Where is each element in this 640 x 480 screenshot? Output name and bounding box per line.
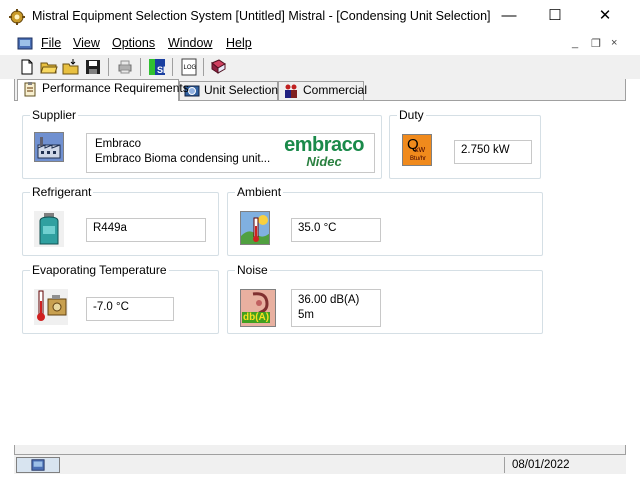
status-date: 08/01/2022 — [512, 459, 570, 471]
toolbar-separator — [140, 58, 141, 76]
noise-group: Noise db(A) 36.00 dB(A) 5m — [227, 263, 543, 334]
tab-label: Commercial — [303, 83, 368, 97]
tab-strip: Performance Requirements Unit Selection … — [14, 79, 626, 101]
maximize-button[interactable]: ☐ — [532, 0, 578, 31]
noise-label: Noise — [235, 263, 270, 277]
book-icon[interactable] — [209, 58, 227, 76]
close-button[interactable]: ✕ — [582, 0, 628, 31]
menu-bar: File View Options Window Help _ ❐ × — [0, 33, 640, 53]
embraco-logo-text: embraco — [284, 134, 364, 156]
refrigerant-group: Refrigerant R449a — [22, 185, 219, 256]
duty-q-icon[interactable]: Q kW Btu/hr — [402, 134, 432, 166]
nidec-logo-text: Nidec — [306, 154, 342, 169]
window-title: Mistral Equipment Selection System [Unti… — [32, 9, 491, 23]
tab-commercial[interactable]: Commercial — [278, 81, 368, 100]
evaporating-temperature-field[interactable]: -7.0 °C — [86, 297, 174, 321]
noise-ear-icon[interactable]: db(A) — [240, 289, 276, 327]
menu-window[interactable]: Window — [168, 36, 212, 50]
new-document-icon[interactable] — [18, 58, 36, 76]
ambient-field[interactable]: 35.0 °C — [291, 218, 381, 242]
ambient-thermometer-icon[interactable] — [240, 211, 270, 245]
evaporator-thermometer-icon[interactable] — [34, 289, 68, 325]
toolbar-separator — [203, 58, 204, 76]
tab-label: Unit Selection — [204, 83, 279, 97]
gas-cylinder-icon[interactable] — [34, 211, 64, 247]
tab-performance-requirements[interactable]: Performance Requirements — [17, 79, 189, 101]
embraco-nidec-logo: embraco Nidec — [284, 135, 364, 169]
open-file-icon[interactable] — [62, 58, 80, 76]
mdi-restore-button[interactable]: ❐ — [591, 37, 601, 50]
open-folder-icon[interactable] — [40, 58, 58, 76]
print-icon[interactable] — [116, 58, 134, 76]
status-divider — [504, 457, 505, 473]
document-system-menu-icon[interactable] — [17, 35, 33, 51]
performance-requirements-page: Supplier Embraco Embraco Bioma condensin… — [14, 100, 626, 445]
app-gear-icon[interactable] — [9, 9, 25, 25]
tab-unit-selection[interactable]: Unit Selection — [179, 81, 278, 100]
toolbar-separator — [172, 58, 173, 76]
save-icon[interactable] — [84, 58, 102, 76]
factory-icon[interactable] — [34, 132, 64, 162]
supplier-group: Supplier Embraco Embraco Bioma condensin… — [22, 108, 382, 179]
ambient-label: Ambient — [235, 185, 284, 199]
menu-help[interactable]: Help — [226, 36, 252, 50]
status-bar: 08/01/2022 — [14, 454, 626, 474]
duty-icon-kw: kW — [415, 147, 426, 154]
si-units-icon[interactable]: SI — [148, 58, 166, 76]
toolbar: SI LOG — [0, 55, 640, 79]
duty-group: Duty Q kW Btu/hr 2.750 kW — [389, 108, 541, 179]
mdi-close-button[interactable]: × — [611, 37, 617, 49]
supplier-label: Supplier — [30, 108, 79, 122]
evaporating-temperature-group: Evaporating Temperature -7.0 °C — [22, 263, 219, 334]
log-icon[interactable]: LOG — [180, 58, 198, 76]
minimize-button[interactable]: — — [486, 0, 532, 31]
evaporating-temperature-label: Evaporating Temperature — [30, 263, 169, 277]
supplier-field[interactable]: Embraco Embraco Bioma condensing unit...… — [86, 133, 375, 173]
svg-text:SI: SI — [157, 65, 166, 75]
clipboard-icon — [24, 82, 36, 97]
refrigerant-label: Refrigerant — [30, 185, 94, 199]
ambient-group: Ambient 35.0 °C — [227, 185, 543, 256]
noise-field[interactable]: 36.00 dB(A) 5m — [291, 289, 381, 327]
noise-value: 36.00 dB(A) — [298, 294, 360, 306]
menu-view[interactable]: View — [73, 36, 100, 50]
tab-label: Performance Requirements — [42, 81, 189, 95]
title-bar: Mistral Equipment Selection System [Unti… — [0, 0, 640, 31]
refrigerant-field[interactable]: R449a — [86, 218, 206, 242]
duty-field[interactable]: 2.750 kW — [454, 140, 532, 164]
svg-text:LOG: LOG — [184, 65, 197, 71]
people-icon — [285, 84, 297, 98]
menu-file[interactable]: File — [41, 36, 61, 50]
menu-options[interactable]: Options — [112, 36, 155, 50]
duty-icon-btu: Btu/hr — [410, 156, 427, 162]
mdi-minimize-button[interactable]: _ — [572, 37, 578, 49]
noise-icon-text: db(A) — [242, 312, 271, 323]
toolbar-separator — [108, 58, 109, 76]
status-unit-icon[interactable] — [16, 457, 60, 473]
noise-distance: 5m — [298, 309, 314, 321]
duty-label: Duty — [397, 108, 426, 122]
